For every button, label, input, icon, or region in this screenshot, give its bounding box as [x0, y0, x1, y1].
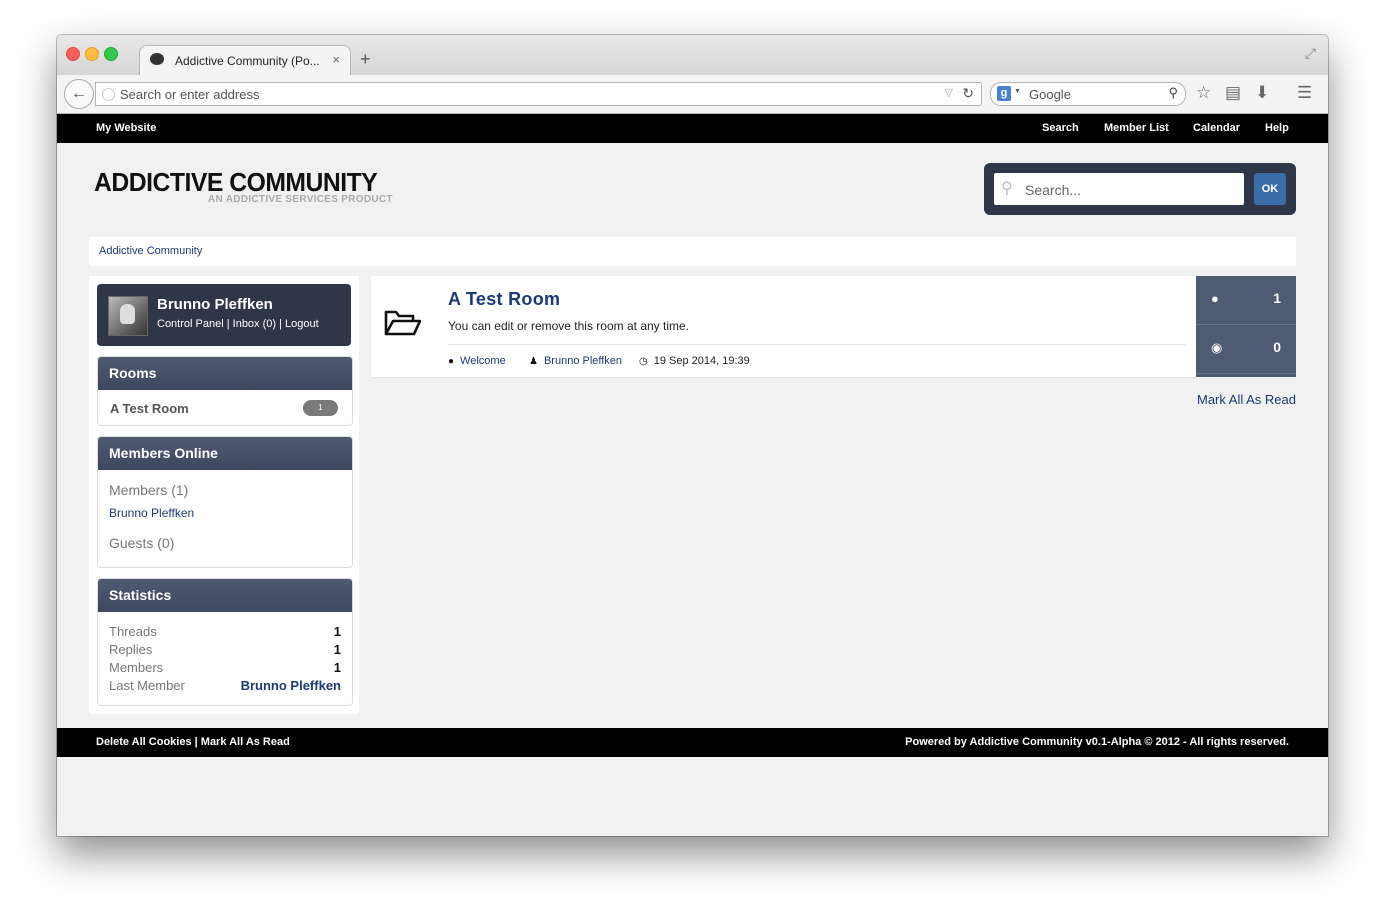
user-box: Brunno Pleffken Control Panel | Inbox (0…: [97, 284, 351, 346]
guests-count-label: Guests (0): [109, 535, 175, 551]
fullscreen-icon[interactable]: ⤢: [1305, 45, 1316, 62]
stat-threads-value: 1: [333, 624, 341, 639]
members-online-title: Members Online: [98, 437, 352, 470]
back-button[interactable]: ←: [64, 79, 94, 109]
last-thread: ● Welcome: [448, 355, 506, 367]
bookmark-star-icon[interactable]: ☆: [1196, 83, 1211, 103]
browser-toolbar: ← ▽ ↻ g ▼ ⚲ ☆ ▤ ⬇ ☰: [57, 75, 1328, 114]
nav-member-list-link[interactable]: Member List: [1104, 122, 1169, 134]
page-content: My Website Search Member List Calendar H…: [57, 114, 1328, 836]
threads-count-value: 1: [1273, 290, 1281, 306]
room-count-badge: 1: [303, 400, 338, 416]
footer: Delete All Cookies | Mark All As Read Po…: [57, 728, 1328, 757]
stat-members-label: Members: [109, 660, 164, 675]
mark-all-read-link[interactable]: Mark All As Read: [1197, 392, 1296, 407]
browser-window: Addictive Community (Po... × + ⤢ ← ▽ ↻ g…: [57, 35, 1328, 836]
user-icon: ♟: [529, 356, 538, 367]
clock-icon: ◷: [639, 356, 648, 367]
chevron-down-icon[interactable]: ▼: [1014, 88, 1021, 95]
nav-search-link[interactable]: Search: [1042, 122, 1079, 134]
reload-icon[interactable]: ↻: [962, 85, 974, 102]
breadcrumb-home-link[interactable]: Addictive Community: [99, 245, 202, 257]
comment-icon: ●: [448, 356, 455, 367]
stat-replies-label: Replies: [109, 642, 153, 657]
stat-last-member-link[interactable]: Brunno Pleffken: [241, 678, 341, 693]
eye-icon: ◉: [1211, 340, 1223, 355]
stat-members-value: 1: [333, 660, 341, 675]
close-window-button[interactable]: [66, 47, 80, 61]
search-ok-button[interactable]: OK: [1254, 173, 1286, 205]
google-icon[interactable]: g: [997, 86, 1011, 101]
search-engine-bar[interactable]: g ▼ ⚲: [990, 82, 1186, 106]
minimize-window-button[interactable]: [85, 47, 99, 61]
last-thread-link[interactable]: Welcome: [460, 355, 506, 367]
close-tab-icon[interactable]: ×: [332, 52, 340, 67]
site-search-box: ⚲ OK: [984, 163, 1296, 215]
zoom-window-button[interactable]: [104, 47, 118, 61]
rooms-panel: Rooms A Test Room 1: [97, 356, 353, 426]
statistics-panel: Statistics Threads 1 Replies 1 Members 1…: [97, 578, 353, 706]
user-links: Control Panel | Inbox (0) | Logout: [157, 318, 319, 330]
logout-link[interactable]: Logout: [285, 318, 319, 330]
stat-last-member-label: Last Member: [109, 678, 185, 693]
room-description: You can edit or remove this room at any …: [448, 319, 690, 333]
control-panel-link[interactable]: Control Panel: [157, 318, 224, 330]
room-title-link[interactable]: A Test Room: [448, 289, 560, 310]
site-subtitle: AN ADDICTIVE SERVICES PRODUCT: [208, 194, 393, 205]
menu-icon[interactable]: ☰: [1297, 83, 1312, 103]
address-bar[interactable]: ▽ ↻: [95, 82, 982, 106]
stat-threads-label: Threads: [109, 624, 157, 639]
footer-mark-read-link[interactable]: Mark All As Read: [201, 736, 290, 748]
views-count: ◉ 0: [1196, 325, 1296, 374]
inbox-link[interactable]: Inbox (0): [233, 318, 276, 330]
stat-replies-value: 1: [333, 642, 341, 657]
download-icon[interactable]: ⬇: [1255, 83, 1269, 103]
sidebar: Brunno Pleffken Control Panel | Inbox (0…: [89, 276, 359, 714]
room-list-item-name[interactable]: A Test Room: [110, 401, 189, 416]
divider: [448, 344, 1186, 345]
members-online-panel: Members Online Members (1) Brunno Pleffk…: [97, 436, 353, 568]
user-name[interactable]: Brunno Pleffken: [157, 296, 273, 313]
last-date-text: 19 Sep 2014, 19:39: [653, 355, 750, 367]
threads-count: ● 1: [1196, 276, 1296, 325]
search-icon: ⚲: [1001, 180, 1013, 197]
my-website-link[interactable]: My Website: [96, 122, 156, 134]
bookmarks-list-icon[interactable]: ▤: [1225, 83, 1241, 103]
statistics-title: Statistics: [98, 579, 352, 612]
search-input[interactable]: [1023, 181, 1237, 199]
delete-cookies-link[interactable]: Delete All Cookies: [96, 736, 192, 748]
search-engine-input[interactable]: [1027, 86, 1161, 103]
rooms-panel-title: Rooms: [98, 357, 352, 390]
history-dropdown-icon[interactable]: ▽: [945, 86, 953, 99]
views-count-value: 0: [1273, 339, 1281, 355]
nav-calendar-link[interactable]: Calendar: [1193, 122, 1240, 134]
search-field[interactable]: ⚲: [994, 173, 1244, 205]
nav-help-link[interactable]: Help: [1265, 122, 1289, 134]
top-navigation: My Website Search Member List Calendar H…: [57, 114, 1328, 143]
breadcrumb: Addictive Community: [89, 237, 1296, 266]
footer-links: Delete All Cookies | Mark All As Read: [96, 736, 290, 748]
online-member-link[interactable]: Brunno Pleffken: [109, 506, 194, 520]
room-card: A Test Room You can edit or remove this …: [371, 276, 1196, 377]
powered-by: Powered by Addictive Community v0.1-Alph…: [905, 736, 1289, 748]
tab-title: Addictive Community (Po...: [175, 54, 320, 68]
tab-strip: Addictive Community (Po... × + ⤢: [57, 35, 1328, 76]
search-icon[interactable]: ⚲: [1168, 85, 1178, 101]
chat-bubble-icon: [150, 53, 164, 65]
last-author-link[interactable]: Brunno Pleffken: [544, 355, 622, 367]
members-count-label: Members (1): [109, 482, 189, 498]
room-stats: ● 1 ◉ 0: [1196, 276, 1296, 377]
room-list-item[interactable]: A Test Room 1: [98, 390, 352, 425]
browser-tab[interactable]: Addictive Community (Po... ×: [139, 45, 351, 76]
globe-icon: [102, 88, 115, 101]
comments-icon: ●: [1211, 291, 1219, 306]
folder-open-icon: [384, 310, 422, 336]
last-author: ♟ Brunno Pleffken: [529, 355, 622, 367]
last-date: ◷ 19 Sep 2014, 19:39: [639, 355, 750, 367]
address-input[interactable]: [118, 86, 922, 103]
new-tab-button[interactable]: +: [360, 49, 371, 70]
avatar[interactable]: [108, 296, 148, 336]
